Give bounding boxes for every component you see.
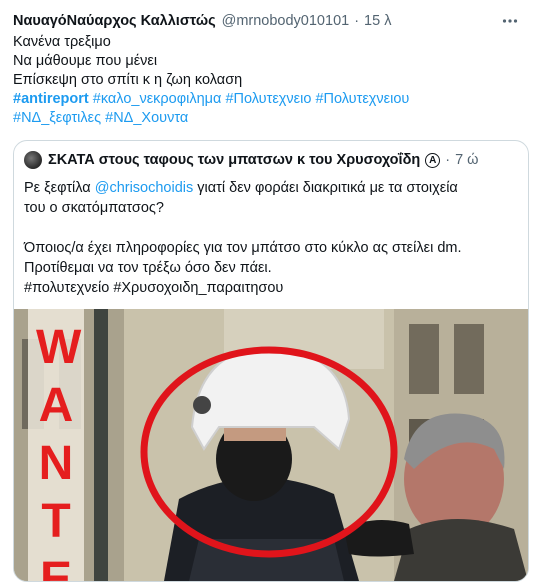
quoted-line: του ο σκατόμπατσος? xyxy=(24,200,164,216)
hashtag-link[interactable]: #καλο_νεκροφιλημα xyxy=(93,91,222,107)
photo-illustration xyxy=(14,309,528,581)
banner-letter: E xyxy=(39,553,72,582)
hashtag-line: #antireport #καλο_νεκροφιλημα #Πολυτεχνε… xyxy=(13,90,526,109)
hashtag-link[interactable]: #antireport xyxy=(13,91,89,107)
author-handle[interactable]: @mrnobody010101 xyxy=(222,13,350,29)
banner-letter: W xyxy=(36,321,82,374)
tweet[interactable]: ΝαυαγόΝαύαρχος Καλλιστώς @mrnobody010101… xyxy=(0,0,538,582)
tweet-line: Να μάθουμε που μένει xyxy=(13,53,158,69)
tweet-text: Κανένα τρεξιμο Να μάθουμε που μένει Επίσ… xyxy=(13,33,526,128)
quoted-line: Ρε ξεφτίλα @chrisochoidis γιατί δεν φορά… xyxy=(24,180,458,196)
tweet-line: Κανένα τρεξιμο xyxy=(13,34,111,50)
hashtag-link[interactable]: #ΝΔ_ξεφτιλες xyxy=(13,110,101,126)
anarchy-badge-icon: A xyxy=(425,152,441,168)
quoted-line: #πολυτεχνείο #Χρυσοχοιδη_παραιτησου xyxy=(24,280,284,296)
hashtag-link[interactable]: #Πολυτεχνειου xyxy=(315,91,409,107)
hashtag-line: #ΝΔ_ξεφτιλες #ΝΔ_Χουντα xyxy=(13,109,526,128)
quoted-timestamp[interactable]: 7 ώ xyxy=(455,152,478,168)
quoted-tweet-text: Ρε ξεφτίλα @chrisochoidis γιατί δεν φορά… xyxy=(24,178,518,298)
hashtag-link[interactable]: #Πολυτεχνειο xyxy=(225,91,311,107)
hashtag-link[interactable]: #ΝΔ_Χουντα xyxy=(105,110,188,126)
quoted-line: Όποιος/α έχει πληροφορίες για τον μπάτσο… xyxy=(24,240,462,256)
banner-letter: N xyxy=(38,437,74,490)
separator-dot: · xyxy=(354,13,360,29)
quoted-line: Προτίθεμαι να τον τρέξω όσο δεν πάει. xyxy=(24,260,272,276)
tweet-header: ΝαυαγόΝαύαρχος Καλλιστώς @mrnobody010101… xyxy=(13,11,526,31)
quoted-tweet[interactable]: ΣΚΑΤΑ στους ταφους των μπατσων κ του Χρυ… xyxy=(13,140,529,582)
avatar[interactable] xyxy=(24,151,42,169)
wanted-banner: W A N T E xyxy=(36,319,82,582)
separator-dot: · xyxy=(445,152,451,168)
banner-letter: T xyxy=(41,495,71,548)
more-horizontal-icon[interactable] xyxy=(500,11,520,31)
quoted-line-break xyxy=(24,218,518,238)
quoted-tweet-header: ΣΚΑΤΑ στους ταφους των μπατσων κ του Χρυ… xyxy=(24,150,518,170)
author-name[interactable]: ΝαυαγόΝαύαρχος Καλλιστώς xyxy=(13,13,216,29)
quoted-author-name[interactable]: ΣΚΑΤΑ στους ταφους των μπατσων κ του Χρυ… xyxy=(48,152,420,168)
banner-letter: A xyxy=(38,379,74,432)
tweet-line: Επίσκεψη στο σπίτι κ η ζωη κολαση xyxy=(13,72,243,88)
mention-link[interactable]: @chrisochoidis xyxy=(95,180,194,196)
quoted-photo[interactable]: W A N T E xyxy=(14,309,528,581)
tweet-timestamp[interactable]: 15 λ xyxy=(364,13,391,29)
